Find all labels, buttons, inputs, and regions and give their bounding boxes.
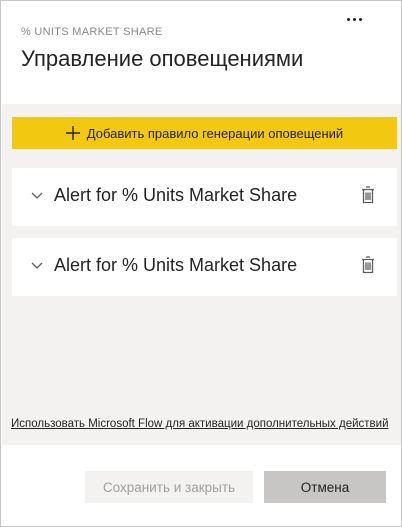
pane-header: % UNITS MARKET SHARE Управление оповещен… [2,2,401,104]
alerts-body: Добавить правило генерации оповещений Al… [2,104,401,445]
alert-rule-title: Alert for % Units Market Share [54,255,298,275]
pane-footer: Сохранить и закрыть Отмена [2,445,401,526]
trash-icon[interactable] [361,256,375,274]
alert-rule-item[interactable]: Alert for % Units Market Share [12,168,397,226]
add-alert-rule-label: Добавить правило генерации оповещений [86,125,344,141]
visual-name-subtitle: % UNITS MARKET SHARE [21,26,163,38]
more-options-icon[interactable] [337,8,371,30]
alert-rule-title: Alert for % Units Market Share [54,185,298,205]
trash-icon[interactable] [361,186,375,204]
alert-rule-item[interactable]: Alert for % Units Market Share [12,238,397,296]
pane-title: Управление оповещениями [21,46,304,71]
microsoft-flow-link[interactable]: Использовать Microsoft Flow для активаци… [11,418,389,430]
manage-alerts-pane: % UNITS MARKET SHARE Управление оповещен… [0,0,402,527]
chevron-down-icon[interactable] [31,262,43,269]
save-and-close-button[interactable]: Сохранить и закрыть [85,471,253,503]
cancel-button[interactable]: Отмена [264,471,386,503]
add-alert-rule-button[interactable]: Добавить правило генерации оповещений [12,117,397,149]
chevron-down-icon[interactable] [31,192,43,199]
plus-icon [65,126,80,140]
